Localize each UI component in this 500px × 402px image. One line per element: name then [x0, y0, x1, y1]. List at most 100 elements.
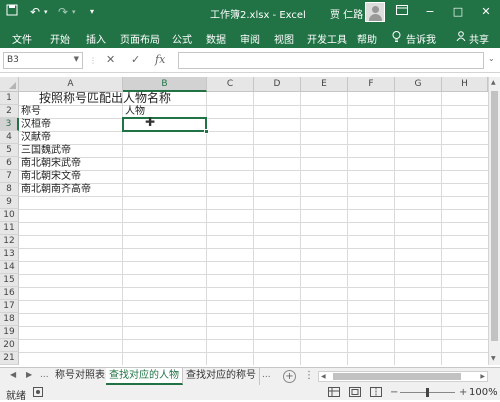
column-header-g[interactable]: G: [395, 77, 442, 92]
row-header[interactable]: 7: [0, 170, 19, 183]
row-header[interactable]: 14: [0, 261, 19, 274]
column-header-f[interactable]: F: [348, 77, 395, 92]
tab-file[interactable]: 文件: [12, 31, 32, 46]
tab-split-icon[interactable]: ⋮: [304, 370, 314, 381]
fill-handle[interactable]: [204, 129, 209, 134]
tab-insert[interactable]: 插入: [86, 31, 106, 46]
prev-sheet-icon[interactable]: ◀: [10, 370, 16, 379]
zoom-out-button[interactable]: −: [390, 387, 398, 398]
zoom-in-button[interactable]: +: [459, 387, 467, 398]
tell-me-search[interactable]: 告诉我: [406, 31, 436, 46]
title-cell[interactable]: 三国魏武帝: [20, 144, 71, 157]
next-sheet-icon[interactable]: ▶: [26, 370, 32, 379]
row-header[interactable]: 15: [0, 274, 19, 287]
user-name[interactable]: 贾 仁路: [330, 6, 363, 21]
scroll-right-icon[interactable]: ▶: [480, 373, 485, 380]
redo-dropdown-icon[interactable]: ▾: [72, 4, 76, 20]
enter-icon[interactable]: ✓: [131, 53, 140, 66]
insert-function-button[interactable]: fx: [155, 53, 165, 66]
tab-formulas[interactable]: 公式: [172, 31, 192, 46]
macro-record-icon[interactable]: [33, 387, 43, 400]
row-header[interactable]: 18: [0, 313, 19, 326]
row-header[interactable]: 21: [0, 352, 19, 365]
row-header[interactable]: 4: [0, 131, 19, 144]
more-sheets-right[interactable]: ...: [262, 370, 271, 380]
row-header[interactable]: 19: [0, 326, 19, 339]
title-cell[interactable]: 南北朝南齐高帝: [20, 183, 91, 196]
horizontal-scroll-thumb[interactable]: [333, 373, 461, 380]
undo-dropdown-icon[interactable]: ▾: [44, 4, 48, 20]
row-header[interactable]: 6: [0, 157, 19, 170]
chevron-down-icon[interactable]: ▼: [74, 55, 79, 63]
row-header[interactable]: 3: [0, 118, 19, 131]
column-header-a[interactable]: A: [19, 77, 123, 92]
row-header[interactable]: 13: [0, 248, 19, 261]
share-icon[interactable]: [456, 31, 466, 44]
sheet-tab-titles[interactable]: 称号对照表: [52, 368, 109, 385]
row-header[interactable]: 10: [0, 209, 19, 222]
row-header[interactable]: 12: [0, 235, 19, 248]
row-header[interactable]: 8: [0, 183, 19, 196]
customize-toolbar-icon[interactable]: ▾: [90, 4, 94, 20]
row-header[interactable]: 20: [0, 339, 19, 352]
more-sheets-left[interactable]: ...: [40, 370, 49, 380]
zoom-slider[interactable]: [400, 388, 455, 397]
row-header[interactable]: 5: [0, 144, 19, 157]
active-cell-selection[interactable]: [122, 117, 209, 134]
add-sheet-button[interactable]: +: [283, 370, 296, 383]
column-header-h[interactable]: H: [442, 77, 488, 92]
normal-view-icon[interactable]: [328, 387, 340, 400]
tab-home[interactable]: 开始: [50, 31, 70, 46]
tab-help[interactable]: 帮助: [357, 31, 377, 46]
column-header-c[interactable]: C: [207, 77, 254, 92]
row-header[interactable]: 11: [0, 222, 19, 235]
share-button[interactable]: 共享: [469, 31, 489, 46]
name-box[interactable]: B3 ▼: [3, 52, 83, 69]
worksheet-grid[interactable]: A B C D E F G H 1 2 3 4 5 6 7 8 9 10 11 …: [0, 77, 488, 365]
lightbulb-icon[interactable]: [392, 31, 401, 45]
page-break-view-icon[interactable]: [370, 387, 382, 400]
close-button[interactable]: ✕: [474, 3, 498, 21]
column-header-d[interactable]: D: [254, 77, 301, 92]
minimize-button[interactable]: −: [418, 3, 442, 21]
page-layout-view-icon[interactable]: [349, 387, 361, 400]
tab-page-layout[interactable]: 页面布局: [120, 31, 160, 46]
scroll-down-icon[interactable]: ▼: [491, 355, 496, 362]
scroll-left-icon[interactable]: ◀: [321, 373, 326, 380]
formula-input[interactable]: [178, 52, 484, 69]
redo-icon[interactable]: ↷: [58, 4, 68, 20]
row-header[interactable]: 2: [0, 105, 19, 118]
column-header-b[interactable]: B: [123, 77, 207, 92]
tab-view[interactable]: 视图: [274, 31, 294, 46]
row-header[interactable]: 16: [0, 287, 19, 300]
horizontal-scrollbar[interactable]: ◀ ▶: [318, 371, 488, 382]
row-header[interactable]: 9: [0, 196, 19, 209]
avatar[interactable]: [365, 2, 385, 22]
sheet-title-cell[interactable]: 按照称号匹配出人物名称: [38, 91, 171, 106]
header-cell-title[interactable]: 称号: [20, 105, 41, 118]
title-cell[interactable]: 汉献帝: [20, 131, 51, 144]
undo-icon[interactable]: ↶: [30, 4, 40, 20]
title-cell[interactable]: 南北朝宋武帝: [20, 157, 81, 170]
expand-formula-bar-icon[interactable]: ⌄: [488, 54, 495, 63]
restore-button[interactable]: □: [446, 3, 470, 21]
row-header[interactable]: 1: [0, 92, 19, 105]
save-icon[interactable]: [6, 4, 18, 20]
vertical-scroll-thumb[interactable]: [491, 91, 498, 341]
zoom-level[interactable]: 100%: [469, 387, 498, 398]
scroll-up-icon[interactable]: ▲: [491, 79, 496, 86]
vertical-scrollbar[interactable]: ▲ ▼: [488, 77, 500, 365]
column-header-e[interactable]: E: [301, 77, 348, 92]
sheet-tab-find-title[interactable]: 查找对应的称号: [183, 368, 260, 385]
tab-data[interactable]: 数据: [206, 31, 226, 46]
sheet-tab-find-person[interactable]: 查找对应的人物: [106, 368, 183, 385]
zoom-slider-thumb[interactable]: [426, 388, 429, 397]
tab-review[interactable]: 审阅: [240, 31, 260, 46]
title-cell[interactable]: 汉桓帝: [20, 118, 51, 131]
cancel-icon[interactable]: ✕: [106, 53, 115, 66]
tab-developer[interactable]: 开发工具: [307, 31, 347, 46]
ribbon-display-options-icon[interactable]: [390, 3, 414, 21]
drag-handle-icon[interactable]: ⋮: [89, 56, 97, 65]
row-header[interactable]: 17: [0, 300, 19, 313]
select-all-button[interactable]: [0, 77, 19, 92]
